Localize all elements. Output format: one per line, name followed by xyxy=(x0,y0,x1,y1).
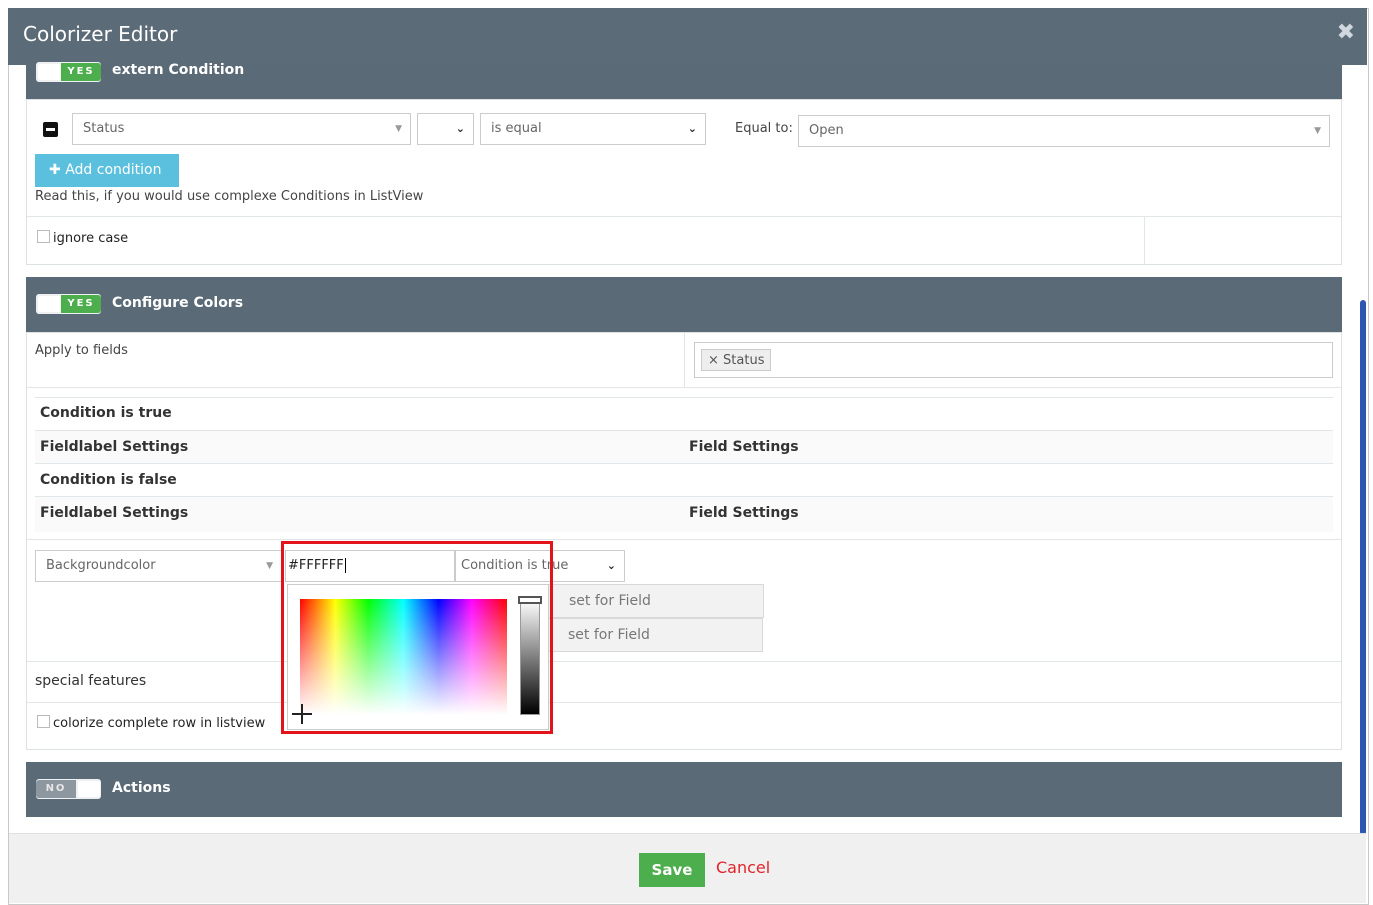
divider xyxy=(27,661,1341,662)
set-for-field-button[interactable]: set for Field xyxy=(545,618,763,652)
property-select[interactable]: Backgroundcolor ▼ xyxy=(35,550,282,582)
equal-to-value: Open xyxy=(809,123,844,138)
toggle-yes-label: YES xyxy=(61,295,101,313)
toggle-knob xyxy=(38,296,60,312)
dialog-titlebar: Colorizer Editor ✖ xyxy=(8,8,1367,65)
special-features-label: special features xyxy=(35,673,147,689)
save-button[interactable]: Save xyxy=(639,853,705,887)
divider xyxy=(35,397,1333,398)
toggle-knob xyxy=(38,64,60,80)
fieldlabel-settings-label: Fieldlabel Settings xyxy=(40,505,189,521)
condition-field-select[interactable]: Status ▼ xyxy=(72,113,411,145)
actions-header: NO Actions xyxy=(26,762,1342,817)
condition-field-value: Status xyxy=(83,121,125,136)
toggle-yes-label: YES xyxy=(61,63,101,81)
add-condition-label: Add condition xyxy=(65,162,162,178)
colorize-row-checkbox[interactable] xyxy=(37,715,50,728)
field-tag: × Status xyxy=(701,349,772,371)
extern-condition-header: YES extern Condition xyxy=(26,62,1342,99)
table-row: Fieldlabel Settings Field Settings xyxy=(35,496,1333,532)
table-row: Condition is false xyxy=(35,463,1333,496)
ignore-case-label: ignore case xyxy=(53,231,129,246)
field-settings-label: Field Settings xyxy=(689,439,799,455)
colorize-row-label: colorize complete row in listview xyxy=(53,716,266,731)
remove-condition-icon[interactable] xyxy=(43,122,58,137)
set-for-field-button[interactable]: set for Field xyxy=(545,584,764,618)
apply-to-fields-label: Apply to fields xyxy=(35,343,128,358)
caret-down-icon: ▼ xyxy=(1314,126,1321,136)
condition-true-heading: Condition is true xyxy=(40,405,172,421)
configure-colors-toggle[interactable]: YES xyxy=(36,294,101,314)
chevron-down-icon: ⌄ xyxy=(455,122,465,135)
toggle-no-label: NO xyxy=(36,780,76,798)
divider xyxy=(27,387,1341,388)
comparison-select[interactable]: is equal ⌄ xyxy=(480,113,706,145)
caret-down-icon: ▼ xyxy=(395,124,402,134)
set-for-field-label: set for Field xyxy=(569,593,651,609)
equal-to-select[interactable]: Open ▼ xyxy=(798,115,1330,147)
set-for-field-label: set for Field xyxy=(568,627,650,643)
plus-icon: ✚ xyxy=(49,162,61,178)
operator-select[interactable]: ⌄ xyxy=(417,113,474,145)
field-settings-label: Field Settings xyxy=(689,505,799,521)
settings-table: Condition is true Fieldlabel Settings Fi… xyxy=(35,397,1333,532)
chevron-down-icon: ⌄ xyxy=(687,122,697,135)
cancel-button[interactable]: Cancel xyxy=(716,858,770,877)
table-row: Fieldlabel Settings Field Settings xyxy=(35,430,1333,463)
scrollbar[interactable] xyxy=(1360,300,1366,835)
divider xyxy=(27,702,1341,703)
actions-toggle[interactable]: NO xyxy=(36,779,101,799)
dialog-title: Colorizer Editor xyxy=(23,22,178,46)
apply-to-fields-input[interactable]: × Status xyxy=(694,342,1333,378)
highlight-box xyxy=(281,541,553,734)
chevron-down-icon: ⌄ xyxy=(606,559,616,572)
field-tag-label: Status xyxy=(723,353,765,368)
fieldlabel-settings-label: Fieldlabel Settings xyxy=(40,439,189,455)
add-condition-button[interactable]: ✚ Add condition xyxy=(35,154,179,187)
divider xyxy=(1144,217,1145,264)
toggle-knob xyxy=(78,781,100,797)
caret-down-icon: ▼ xyxy=(266,561,273,571)
condition-false-heading: Condition is false xyxy=(40,472,177,488)
equal-to-label: Equal to: xyxy=(735,121,793,136)
divider xyxy=(27,539,1341,540)
remove-tag-icon[interactable]: × xyxy=(708,353,719,368)
close-icon[interactable]: ✖ xyxy=(1337,20,1355,45)
configure-colors-title: Configure Colors xyxy=(112,295,244,311)
configure-colors-panel xyxy=(26,332,1342,750)
property-value: Backgroundcolor xyxy=(46,558,156,573)
configure-colors-header: YES Configure Colors xyxy=(26,277,1342,332)
extern-condition-toggle[interactable]: YES xyxy=(36,62,101,82)
divider xyxy=(684,333,685,387)
complex-conditions-help[interactable]: Read this, if you would use complexe Con… xyxy=(35,189,423,204)
actions-title: Actions xyxy=(112,780,171,796)
ignore-case-checkbox[interactable] xyxy=(37,230,50,243)
comparison-value: is equal xyxy=(491,121,542,136)
extern-condition-title: extern Condition xyxy=(112,62,245,78)
